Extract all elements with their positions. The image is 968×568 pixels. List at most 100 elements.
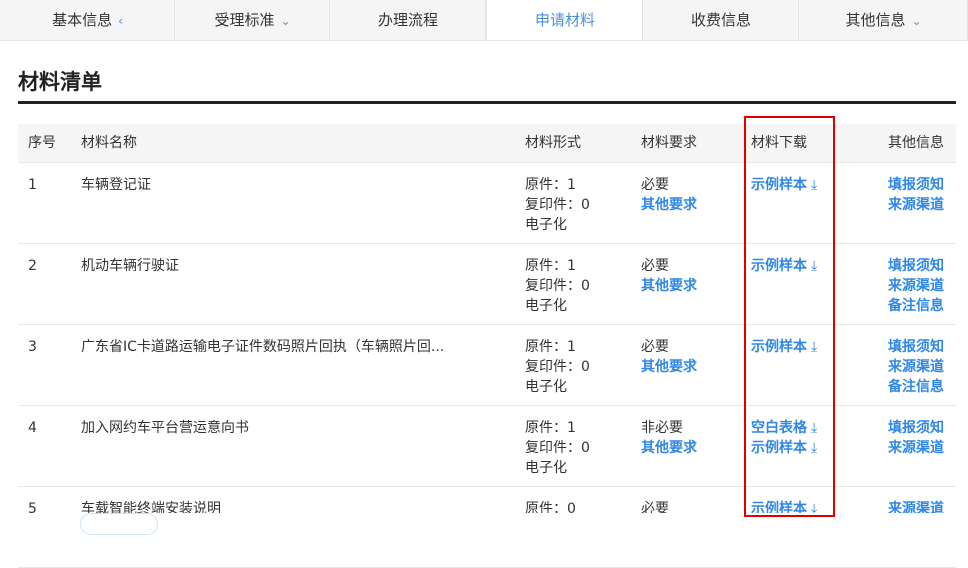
material-download: 示例样本 ⤓ — [751, 175, 817, 195]
remarks-link[interactable]: 备注信息 — [888, 377, 944, 397]
other-info: 填报须知 来源渠道 备注信息 — [888, 256, 944, 316]
table-row: 4 加入网约车平台营运意向书 原件：1 复印件：0 电子化 非必要 其他要求 空… — [18, 406, 956, 487]
row-number: 2 — [28, 258, 37, 274]
row-number: 3 — [28, 339, 37, 355]
material-download: 空白表格 ⤓ 示例样本 ⤓ — [751, 418, 817, 458]
download-link-label: 示例样本 — [751, 440, 807, 456]
fill-notice-link[interactable]: 填报须知 — [888, 337, 944, 357]
source-channel-link[interactable]: 来源渠道 — [888, 276, 944, 296]
download-link-label: 示例样本 — [751, 339, 807, 355]
tab-other-info[interactable]: 其他信息 ⌄ — [799, 0, 968, 40]
material-form: 原件：1 复印件：0 电子化 — [525, 337, 590, 397]
fill-notice-link[interactable]: 填报须知 — [888, 175, 944, 195]
material-form: 原件：1 复印件：0 电子化 — [525, 256, 590, 316]
download-icon: ⤓ — [811, 420, 818, 436]
tab-label: 其他信息 — [845, 11, 906, 29]
other-info: 填报须知 来源渠道 备注信息 — [888, 337, 944, 397]
material-name: 机动车辆行驶证 — [81, 258, 179, 274]
chevron-down-icon: ⌄ — [280, 14, 291, 28]
requirement-text: 必要 — [641, 258, 669, 274]
row-number: 1 — [28, 177, 37, 193]
download-icon: ⤓ — [811, 339, 818, 355]
material-requirement: 必要 其他要求 — [641, 337, 697, 377]
other-info: 填报须知 来源渠道 — [888, 175, 944, 215]
requirement-text: 必要 — [641, 177, 669, 193]
remarks-link[interactable]: 备注信息 — [888, 296, 944, 316]
blank-form-download-link[interactable]: 空白表格 ⤓ — [751, 418, 817, 438]
other-info: 填报须知 来源渠道 — [888, 418, 944, 458]
download-link-label: 示例样本 — [751, 177, 807, 193]
table-row: 3 广东省IC卡道路运输电子证件数码照片回执（车辆照片回... 原件：1 复印件… — [18, 325, 956, 406]
form-original: 原件：1 — [525, 420, 576, 436]
tab-label: 基本信息 — [52, 11, 113, 29]
sample-download-link[interactable]: 示例样本 ⤓ — [751, 175, 817, 195]
header-name: 材料名称 — [81, 135, 137, 151]
row-number: 4 — [28, 420, 37, 436]
form-electronic: 电子化 — [525, 379, 567, 395]
tab-label: 收费信息 — [690, 11, 751, 29]
download-icon: ⤓ — [811, 258, 818, 274]
material-name: 加入网约车平台营运意向书 — [81, 420, 249, 436]
download-link-label: 空白表格 — [751, 420, 807, 436]
fill-notice-link[interactable]: 填报须知 — [888, 256, 944, 276]
materials-table: 序号 材料名称 材料形式 材料要求 材料下载 其他信息 1 车辆登记证 原件：1… — [18, 124, 956, 568]
table-row: 1 车辆登记证 原件：1 复印件：0 电子化 必要 其他要求 示例样本 ⤓ 填报须… — [18, 163, 956, 244]
material-download: 示例样本 ⤓ — [751, 256, 817, 276]
tab-label: 办理流程 — [377, 11, 438, 29]
material-form: 原件：1 复印件：0 电子化 — [525, 175, 590, 235]
tab-label: 受理标准 — [214, 11, 275, 29]
table-header: 序号 材料名称 材料形式 材料要求 材料下载 其他信息 — [18, 124, 956, 163]
material-download: 示例样本 ⤓ — [751, 337, 817, 357]
header-no: 序号 — [28, 135, 56, 151]
form-electronic: 电子化 — [525, 460, 567, 476]
section-divider — [18, 101, 956, 104]
download-link-label: 示例样本 — [751, 258, 807, 274]
material-name: 广东省IC卡道路运输电子证件数码照片回执（车辆照片回... — [81, 339, 445, 355]
sample-download-link[interactable]: 示例样本 ⤓ — [751, 337, 817, 357]
source-channel-link[interactable]: 来源渠道 — [888, 195, 944, 215]
header-other: 其他信息 — [888, 135, 944, 151]
sample-download-link[interactable]: 示例样本 ⤓ — [751, 438, 817, 458]
form-original: 原件：1 — [525, 177, 576, 193]
header-download: 材料下载 — [751, 135, 807, 151]
chevron-down-icon: ⌄ — [911, 14, 922, 28]
material-requirement: 非必要 其他要求 — [641, 418, 697, 458]
tab-fees[interactable]: 收费信息 — [643, 0, 799, 40]
material-name: 车辆登记证 — [81, 177, 151, 193]
form-copy: 复印件：0 — [525, 440, 590, 456]
fill-notice-link[interactable]: 填报须知 — [888, 418, 944, 438]
tab-bar: 基本信息 ‹ 受理标准 ⌄ 办理流程 申请材料 收费信息 其他信息 ⌄ — [0, 0, 968, 41]
form-original: 原件：1 — [525, 258, 576, 274]
form-copy: 复印件：0 — [525, 197, 590, 213]
other-requirements-link[interactable]: 其他要求 — [641, 195, 697, 215]
source-channel-link[interactable]: 来源渠道 — [888, 438, 944, 458]
tab-acceptance-standard[interactable]: 受理标准 ⌄ — [175, 0, 330, 40]
source-channel-link[interactable]: 来源渠道 — [888, 357, 944, 377]
download-icon: ⤓ — [811, 177, 818, 193]
download-icon: ⤓ — [811, 440, 818, 456]
form-original: 原件：1 — [525, 339, 576, 355]
header-form: 材料形式 — [525, 135, 581, 151]
form-copy: 复印件：0 — [525, 278, 590, 294]
sample-download-link[interactable]: 示例样本 ⤓ — [751, 256, 817, 276]
tab-basic-info[interactable]: 基本信息 ‹ — [0, 0, 175, 40]
other-requirements-link[interactable]: 其他要求 — [641, 276, 697, 296]
tab-label: 申请材料 — [534, 11, 595, 29]
requirement-text: 非必要 — [641, 420, 683, 436]
form-electronic: 电子化 — [525, 217, 567, 233]
chevron-left-icon: ‹ — [118, 14, 123, 28]
requirement-text: 必要 — [641, 339, 669, 355]
form-electronic: 电子化 — [525, 298, 567, 314]
material-requirement: 必要 其他要求 — [641, 256, 697, 296]
form-copy: 复印件：0 — [525, 359, 590, 375]
tag-pill — [80, 513, 158, 535]
header-requirement: 材料要求 — [641, 135, 697, 151]
table-row: 2 机动车辆行驶证 原件：1 复印件：0 电子化 必要 其他要求 示例样本 ⤓ 填… — [18, 244, 956, 325]
material-requirement: 必要 其他要求 — [641, 175, 697, 215]
tab-process[interactable]: 办理流程 — [330, 0, 486, 40]
section-title: 材料清单 — [18, 70, 102, 94]
tab-application-materials[interactable]: 申请材料 — [486, 0, 643, 40]
material-form: 原件：1 复印件：0 电子化 — [525, 418, 590, 478]
other-requirements-link[interactable]: 其他要求 — [641, 357, 697, 377]
other-requirements-link[interactable]: 其他要求 — [641, 438, 697, 458]
